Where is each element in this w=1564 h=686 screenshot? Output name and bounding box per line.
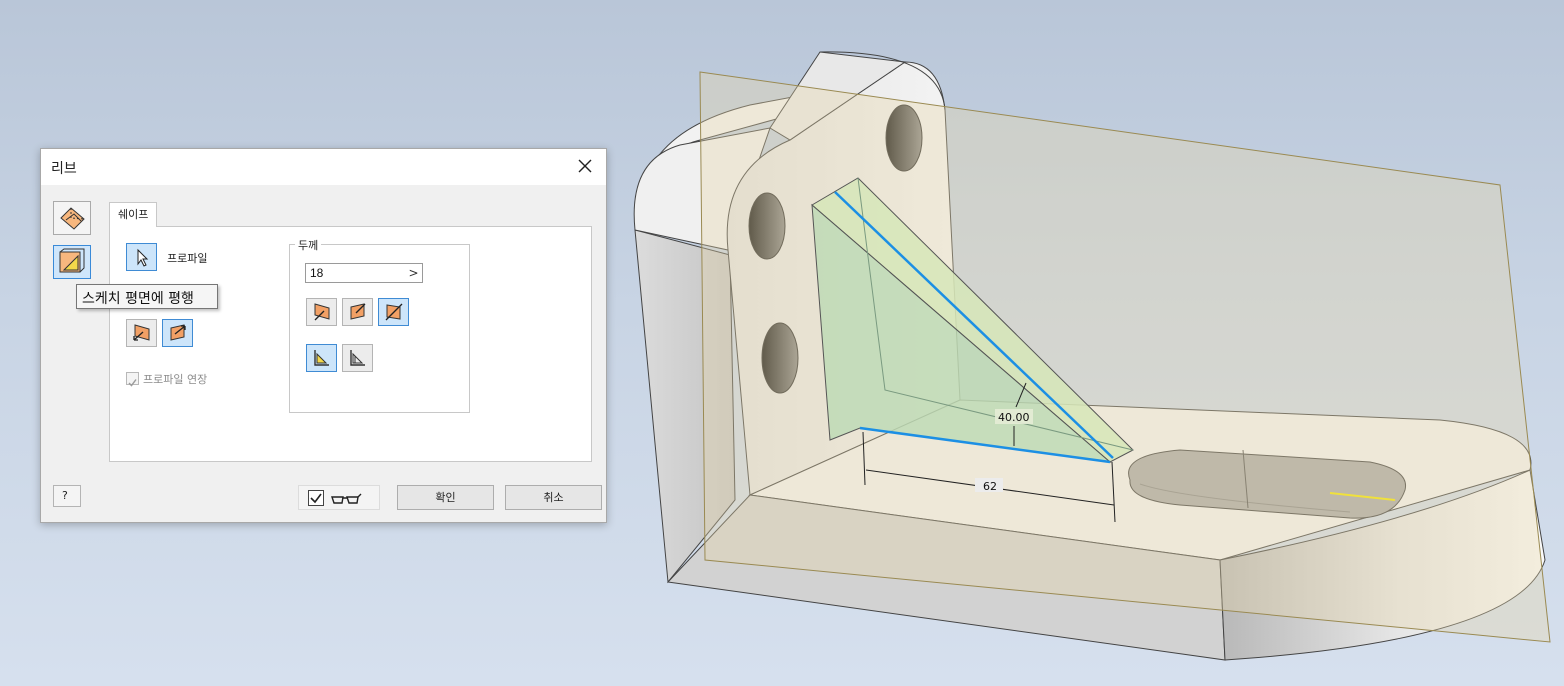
dimension-angle-label[interactable]: 40.00 — [998, 411, 1030, 424]
thickness-spin-button[interactable]: > — [405, 264, 422, 282]
thickness-side-2-button[interactable] — [342, 298, 373, 326]
parallel-to-sketch-button[interactable] — [53, 245, 91, 279]
rib-normal-icon — [60, 207, 85, 230]
extend-profile-label: 프로파일 연장 — [143, 373, 208, 386]
rib-dialog: 리브 쉐이프 프로파일 프로파일 연장 두께 18 > ? 확인 취소 — [40, 148, 607, 523]
preview-check-icon — [308, 490, 324, 506]
preview-toggle[interactable] — [298, 485, 380, 510]
glasses-icon — [331, 493, 362, 504]
cursor-arrow-icon — [137, 248, 149, 267]
help-icon: ? — [62, 489, 68, 502]
ok-button[interactable]: 확인 — [397, 485, 494, 510]
help-button[interactable]: ? — [53, 485, 81, 507]
thickness-side-1-button[interactable] — [306, 298, 337, 326]
dialog-titlebar[interactable]: 리브 — [41, 149, 606, 185]
thickness-symmetric-icon — [385, 303, 403, 321]
direction-2-button[interactable] — [162, 319, 193, 347]
cancel-button[interactable]: 취소 — [505, 485, 602, 510]
extend-profile-checkbox[interactable] — [126, 372, 139, 387]
dimension-length-label[interactable]: 62 — [983, 480, 997, 493]
rib-parallel-icon — [59, 248, 85, 273]
profile-select-button[interactable] — [126, 243, 157, 271]
normal-to-sketch-button[interactable] — [53, 201, 91, 235]
rib-to-next-icon — [314, 350, 329, 366]
close-icon[interactable] — [574, 155, 596, 177]
thickness-group-title: 두께 — [295, 237, 322, 253]
thickness-symmetric-button[interactable] — [378, 298, 409, 326]
thickness-side-2-icon — [350, 303, 366, 320]
to-next-button[interactable] — [306, 344, 337, 372]
finite-button[interactable] — [342, 344, 373, 372]
rib-finite-icon — [350, 350, 365, 366]
thickness-side-1-icon — [314, 303, 330, 321]
direction-left-icon — [133, 324, 150, 341]
profile-label: 프로파일 — [167, 252, 208, 265]
direction-right-icon — [170, 324, 186, 341]
dialog-title: 리브 — [51, 161, 77, 177]
tab-shape[interactable]: 쉐이프 — [109, 202, 158, 227]
check-icon — [128, 379, 137, 387]
direction-1-button[interactable] — [126, 319, 157, 347]
tooltip: 스케치 평면에 평행 — [76, 284, 218, 309]
